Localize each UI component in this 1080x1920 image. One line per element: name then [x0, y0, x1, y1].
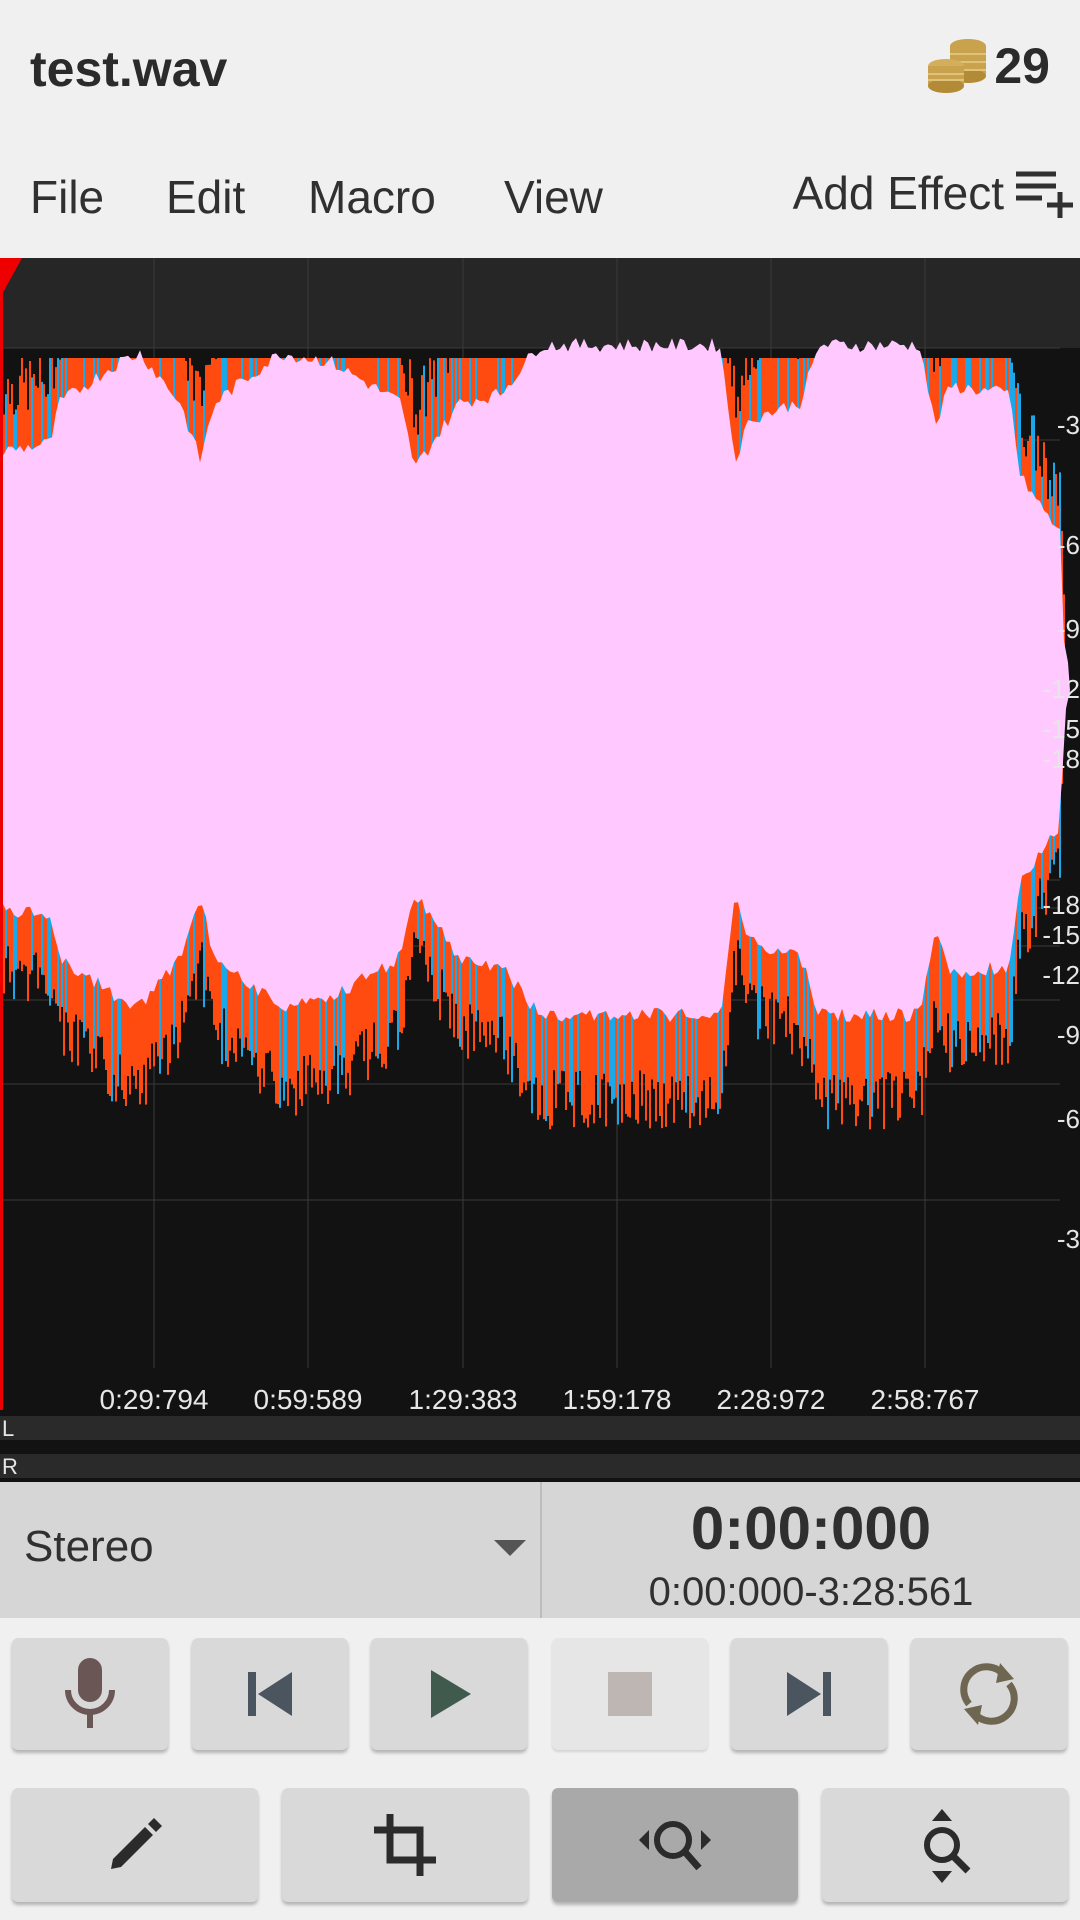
skip-forward-button[interactable]: [731, 1638, 887, 1750]
dropdown-arrow-icon: [494, 1540, 526, 1556]
left-channel-label: L: [2, 1416, 15, 1441]
zoom-vertical-icon: [924, 1809, 971, 1883]
zoom-horizontal-icon: [639, 1821, 711, 1871]
menu-edit[interactable]: Edit: [166, 170, 245, 224]
skip-previous-icon: [248, 1672, 292, 1716]
add-effect-label: Add Effect: [792, 167, 1004, 219]
db-label: -18: [1042, 744, 1080, 774]
channel-mode: Stereo: [24, 1522, 154, 1571]
info-panel: Stereo 0:00:000 0:00:000-3:28:561: [0, 1482, 1080, 1618]
crop-icon: [374, 1814, 436, 1876]
stop-icon: [608, 1672, 652, 1716]
db-label: -6: [1056, 1104, 1080, 1134]
pencil-icon: [111, 1818, 162, 1869]
playhead-handle[interactable]: [0, 258, 22, 298]
db-label: -12: [1042, 674, 1080, 704]
menu-view[interactable]: View: [504, 170, 603, 224]
coins-count: 29: [994, 38, 1050, 94]
stop-button[interactable]: [552, 1638, 708, 1750]
mic-icon: [65, 1658, 115, 1728]
skip-next-icon: [787, 1672, 831, 1716]
draw-tool-button[interactable]: [12, 1788, 258, 1902]
playlist-add-icon: [1016, 171, 1073, 218]
db-label: -3: [1056, 410, 1080, 440]
db-label: -9: [1056, 614, 1080, 644]
loop-button[interactable]: [911, 1638, 1067, 1750]
waveform: [0, 258, 1070, 1368]
zoom-horizontal-button[interactable]: [552, 1788, 798, 1902]
db-label: -9: [1056, 1020, 1080, 1050]
db-label: -15: [1042, 714, 1080, 744]
time-label: 1:59:178: [562, 1384, 672, 1415]
menu-bar: File Edit Macro View Add Effect: [0, 140, 1080, 258]
right-channel-bar[interactable]: [0, 1454, 1080, 1478]
time-label: 1:29:383: [408, 1384, 518, 1415]
coins-button[interactable]: 29: [926, 34, 1050, 98]
left-channel-bar[interactable]: [0, 1416, 1080, 1440]
db-label: -18: [1042, 890, 1080, 920]
time-label: 2:28:972: [716, 1384, 826, 1415]
play-button[interactable]: [371, 1638, 527, 1750]
channel-select[interactable]: Stereo: [0, 1482, 540, 1618]
playhead[interactable]: [0, 258, 3, 1410]
title-bar: test.wav 29: [0, 0, 1080, 140]
coins-icon: [928, 39, 987, 93]
menu-file[interactable]: File: [30, 170, 104, 224]
crop-tool-button[interactable]: [282, 1788, 528, 1902]
right-channel-label: R: [2, 1454, 18, 1479]
db-label: -12: [1042, 960, 1080, 990]
db-label: -15: [1042, 920, 1080, 950]
skip-back-button[interactable]: [192, 1638, 348, 1750]
selection-range: 0:00:000-3:28:561: [648, 1570, 974, 1614]
time-label: 2:58:767: [870, 1384, 980, 1415]
waveform-view[interactable]: 0:29:794 0:59:589 1:29:383 1:59:178 2:28…: [0, 258, 1080, 1482]
current-time: 0:00:000: [690, 1495, 932, 1562]
time-label: 0:29:794: [99, 1384, 209, 1415]
record-button[interactable]: [12, 1638, 168, 1750]
add-effect-button[interactable]: Add Effect: [793, 166, 1076, 220]
menu-macro[interactable]: Macro: [308, 170, 436, 224]
play-icon: [431, 1670, 471, 1718]
loop-icon: [960, 1663, 1018, 1725]
time-label: 0:59:589: [253, 1384, 363, 1415]
file-title: test.wav: [30, 41, 228, 97]
db-label: -6: [1056, 530, 1080, 560]
db-label: -3: [1056, 1224, 1080, 1254]
zoom-vertical-button[interactable]: [822, 1788, 1068, 1902]
